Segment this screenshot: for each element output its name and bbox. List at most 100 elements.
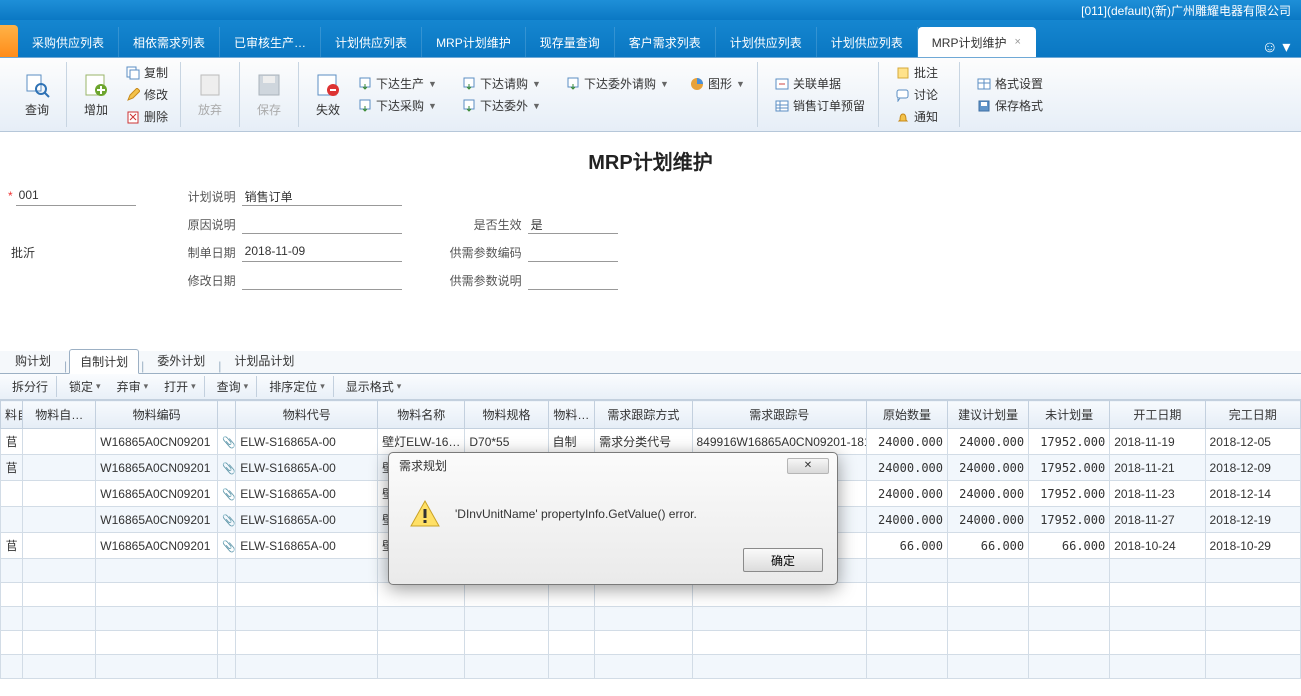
notify-button[interactable]: 通知	[891, 107, 951, 127]
related-doc-button[interactable]: 关联单据	[770, 74, 870, 94]
sub-tabbar: 购计划|自制计划|委外计划|计划品计划	[0, 351, 1301, 374]
code-field[interactable]: 001	[16, 186, 136, 206]
copy-button[interactable]: 复制	[121, 63, 172, 83]
param-code-field[interactable]	[528, 242, 618, 262]
column-header[interactable]: 物料自…	[23, 401, 96, 429]
issue-out-req-button[interactable]: 下达委外请购▼	[561, 74, 681, 94]
issue-prod-button[interactable]: 下达生产▼	[353, 74, 453, 94]
table-row[interactable]: 苢W16865A0CN09201📎ELW-S16865A-00壁灯ELW-16……	[1, 429, 1301, 455]
attachment-icon[interactable]: 📎	[222, 489, 236, 501]
dialog-close-button[interactable]: ✕	[787, 458, 829, 474]
link-icon	[774, 76, 790, 92]
column-header[interactable]: 物料代号	[236, 401, 378, 429]
chevron-down-icon: ▼	[428, 101, 437, 111]
main-tab[interactable]: 采购供应列表	[18, 27, 119, 57]
main-tab[interactable]: 已审核生产…	[220, 27, 321, 57]
app-menu-tab[interactable]	[0, 25, 18, 57]
column-header[interactable]: 需求跟踪号	[692, 401, 866, 429]
main-tab[interactable]: 计划供应列表	[716, 27, 817, 57]
sub-tab[interactable]: 自制计划	[69, 349, 139, 374]
effective-field[interactable]: 是	[528, 214, 618, 234]
table-row[interactable]	[1, 655, 1301, 679]
dialog-message: 'DInvUnitName' propertyInfo.GetValue() e…	[455, 507, 697, 521]
delete-button[interactable]: 删除	[121, 107, 172, 127]
issue-req-button[interactable]: 下达请购▼	[457, 74, 557, 94]
column-header[interactable]: 物料名称	[378, 401, 465, 429]
column-header[interactable]: 料自…	[1, 401, 23, 429]
chart-button[interactable]: 图形▼	[685, 74, 749, 94]
main-tab[interactable]: MRP计划维护	[422, 27, 526, 57]
user-menu[interactable]: ☺ ▾	[1251, 37, 1301, 57]
error-dialog: 需求规划 ✕ 'DInvUnitName' propertyInfo.GetVa…	[388, 452, 838, 585]
column-header[interactable]: 建议计划量	[948, 401, 1029, 429]
sub-tab[interactable]: 计划品计划	[223, 348, 305, 373]
format-set-button[interactable]: 格式设置	[972, 74, 1052, 94]
table-row[interactable]	[1, 607, 1301, 631]
attachment-icon[interactable]: 📎	[222, 463, 236, 475]
column-header[interactable]: 原始数量	[866, 401, 947, 429]
reason-field[interactable]	[242, 214, 402, 234]
maker-date-field[interactable]: 2018-11-09	[242, 242, 402, 262]
save-icon	[255, 71, 283, 99]
chevron-down-icon: ▾	[320, 381, 325, 392]
open-button[interactable]: 打开▾	[158, 376, 205, 397]
chevron-down-icon: ▼	[428, 79, 437, 89]
table-row[interactable]	[1, 583, 1301, 607]
format-save-button[interactable]: 保存格式	[972, 96, 1052, 116]
discuss-button[interactable]: 讨论	[891, 85, 951, 105]
issue-po-button[interactable]: 下达采购▼	[353, 96, 453, 116]
main-tab[interactable]: 相依需求列表	[119, 27, 220, 57]
title-text: [011](default)(新)广州雕耀电器有限公司	[1081, 4, 1291, 18]
bell-icon	[895, 109, 911, 125]
delete-icon	[125, 109, 141, 125]
invalidate-button[interactable]: 失效	[307, 65, 349, 125]
column-header[interactable]: 物料…	[548, 401, 595, 429]
sub-tab[interactable]: 购计划	[4, 348, 62, 373]
copy-icon	[125, 65, 141, 81]
main-tab[interactable]: 客户需求列表	[615, 27, 716, 57]
column-header[interactable]: 物料编码	[96, 401, 218, 429]
form-area: *001 批沂 计划说明销售订单 原因说明 制单日期2018-11-09 修改日…	[0, 185, 1301, 301]
column-header[interactable]: 未计划量	[1029, 401, 1110, 429]
attachment-icon[interactable]: 📎	[222, 515, 236, 527]
main-tab[interactable]: 现存量查询	[526, 27, 615, 57]
lock-button[interactable]: 锁定▾	[63, 376, 107, 397]
column-header[interactable]: 物料规格	[465, 401, 548, 429]
grid-icon	[976, 76, 992, 92]
grid-query-button[interactable]: 查询▾	[211, 376, 258, 397]
add-button[interactable]: 增加	[75, 65, 117, 125]
disk-icon	[976, 98, 992, 114]
invalidate-icon	[314, 71, 342, 99]
tab-close-icon[interactable]: ×	[1014, 36, 1020, 48]
main-tab[interactable]: MRP计划维护×	[918, 27, 1036, 57]
dialog-ok-button[interactable]: 确定	[743, 548, 823, 572]
modify-button[interactable]: 修改	[121, 85, 172, 105]
table-row[interactable]	[1, 631, 1301, 655]
display-format-button[interactable]: 显示格式▾	[340, 376, 408, 397]
sort-button[interactable]: 排序定位▾	[263, 376, 334, 397]
maker-date-label: 制单日期	[176, 244, 236, 261]
column-header[interactable]: 完工日期	[1205, 401, 1300, 429]
attachment-icon[interactable]: 📎	[222, 541, 236, 553]
discard-button[interactable]: 放弃	[189, 65, 231, 125]
unaudit-button[interactable]: 弃审▾	[111, 376, 155, 397]
note-icon	[895, 65, 911, 81]
pie-icon	[689, 76, 705, 92]
split-row-button[interactable]: 拆分行	[6, 376, 57, 397]
issue-outproc-button[interactable]: 下达委外▼	[457, 96, 557, 116]
main-tab[interactable]: 计划供应列表	[817, 27, 918, 57]
column-header[interactable]: 开工日期	[1110, 401, 1205, 429]
plan-desc-field[interactable]: 销售订单	[242, 186, 402, 206]
effective-label: 是否生效	[442, 216, 522, 233]
sub-tab[interactable]: 委外计划	[146, 348, 216, 373]
main-tab[interactable]: 计划供应列表	[321, 27, 422, 57]
save-button[interactable]: 保存	[248, 65, 290, 125]
query-button[interactable]: 查询	[16, 65, 58, 125]
column-header[interactable]: 需求跟踪方式	[595, 401, 692, 429]
modify-date-field[interactable]	[242, 270, 402, 290]
column-header[interactable]	[217, 401, 235, 429]
param-desc-field[interactable]	[528, 270, 618, 290]
so-preview-button[interactable]: 销售订单预留	[770, 96, 870, 116]
approve-button[interactable]: 批注	[891, 63, 951, 83]
attachment-icon[interactable]: 📎	[222, 437, 236, 449]
